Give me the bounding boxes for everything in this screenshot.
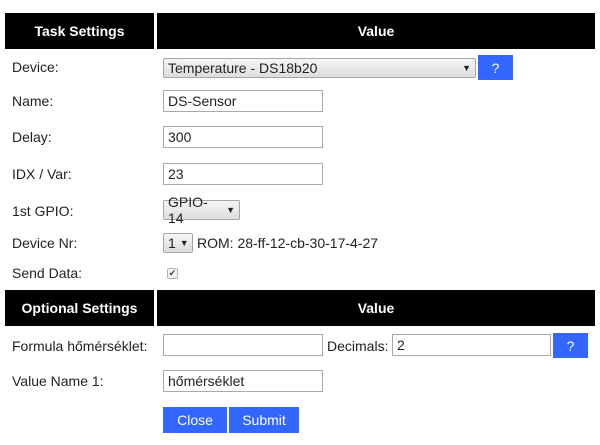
- gpio-select[interactable]: GPIO-14 ▼: [163, 194, 240, 226]
- task-value-header-label: Value: [357, 23, 395, 39]
- device-help-button[interactable]: ?: [478, 55, 513, 80]
- optional-settings-header-label: Optional Settings: [21, 300, 138, 316]
- task-settings-header: Task Settings: [5, 13, 154, 49]
- chevron-down-icon: ▼: [462, 63, 471, 73]
- decimals-help-button[interactable]: ?: [553, 333, 588, 358]
- rom-address: ROM: 28-ff-12-cb-30-17-4-27: [197, 235, 379, 251]
- chevron-down-icon: ▼: [226, 205, 235, 215]
- decimals-field[interactable]: [392, 334, 551, 356]
- device-label: Device:: [12, 59, 59, 75]
- name-label: Name:: [12, 93, 54, 109]
- close-button[interactable]: Close: [163, 407, 227, 433]
- optional-value-header: Value: [157, 290, 595, 326]
- task-value-header: Value: [157, 13, 595, 49]
- idx-label: IDX / Var:: [12, 166, 72, 182]
- send-data-label: Send Data:: [12, 265, 83, 281]
- optional-settings-header: Optional Settings: [5, 290, 154, 326]
- name-field[interactable]: [163, 90, 323, 112]
- delay-field[interactable]: [163, 126, 323, 148]
- device-select[interactable]: Temperature - DS18b20 ▼: [163, 58, 476, 78]
- gpio-select-value: GPIO-14: [168, 194, 208, 226]
- submit-button[interactable]: Submit: [229, 407, 299, 433]
- optional-value-header-label: Value: [357, 300, 395, 316]
- task-settings-header-label: Task Settings: [34, 23, 125, 39]
- decimals-label: Decimals:: [327, 338, 389, 354]
- idx-field[interactable]: [163, 163, 323, 185]
- send-data-checkbox[interactable]: ✔: [167, 268, 178, 279]
- formula-label: Formula hőmérséklet:: [12, 338, 148, 354]
- device-nr-select[interactable]: 1 ▼: [163, 233, 193, 253]
- device-nr-label: Device Nr:: [12, 235, 78, 251]
- delay-label: Delay:: [12, 129, 52, 145]
- formula-field[interactable]: [163, 334, 323, 356]
- value-name-label: Value Name 1:: [12, 373, 104, 389]
- device-select-value: Temperature - DS18b20: [168, 60, 318, 76]
- value-name-field[interactable]: [163, 370, 323, 392]
- device-nr-select-value: 1: [168, 235, 176, 251]
- gpio-label: 1st GPIO:: [12, 203, 74, 219]
- chevron-down-icon: ▼: [179, 238, 189, 248]
